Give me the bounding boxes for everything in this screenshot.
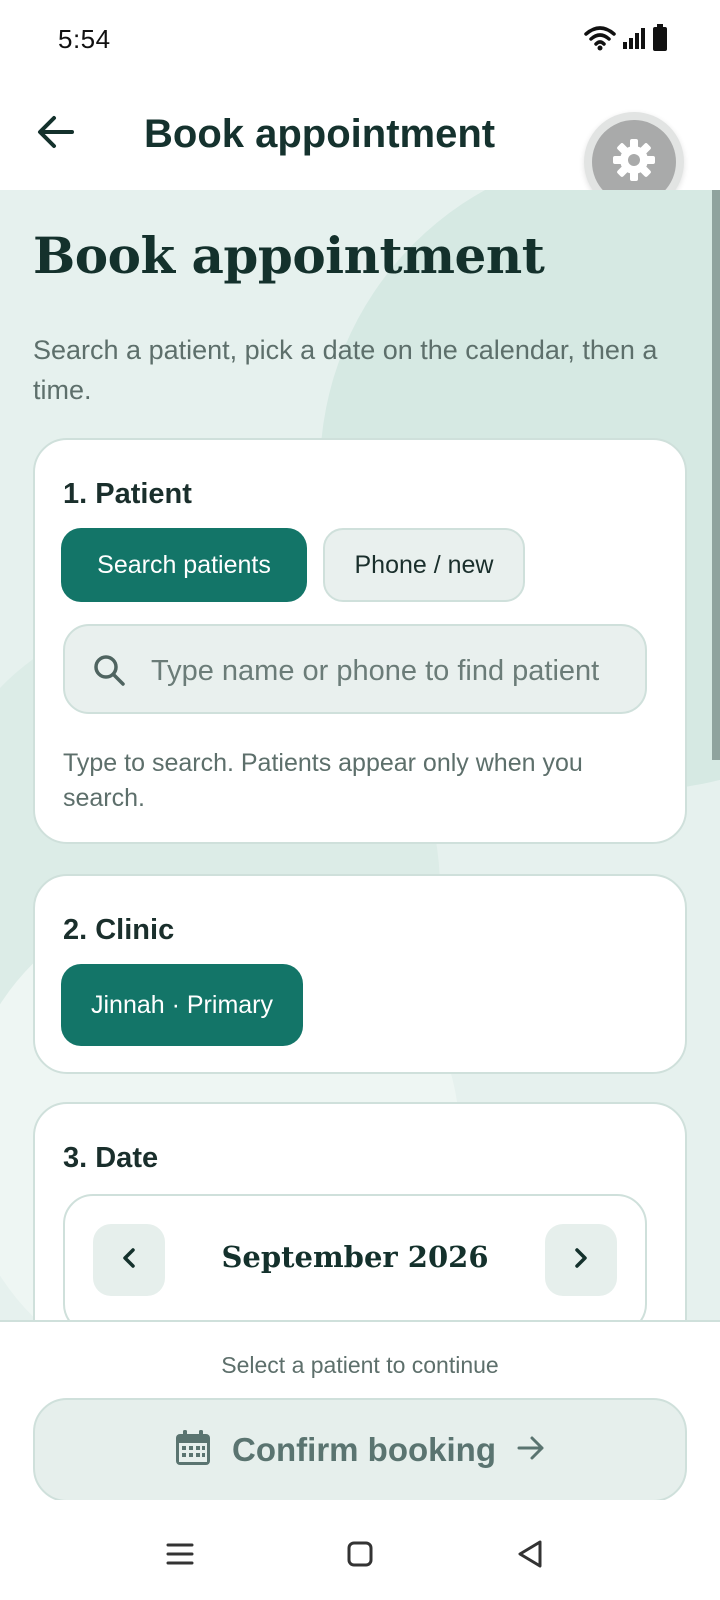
menu-icon (166, 1541, 194, 1572)
patient-card: 1. Patient Search patients Phone / new T… (33, 438, 687, 844)
battery-icon (652, 24, 668, 57)
recent-apps-button[interactable] (160, 1536, 200, 1576)
arrow-right-icon (516, 1435, 546, 1466)
next-month-button[interactable] (545, 1224, 617, 1296)
gear-icon (612, 138, 656, 187)
back-triangle-icon (516, 1539, 544, 1574)
clinic-card-title: 2. Clinic (63, 914, 175, 946)
back-button[interactable] (30, 108, 82, 160)
status-time: 5:54 (58, 24, 111, 54)
patient-search-box[interactable] (63, 624, 647, 714)
back-nav-button[interactable] (510, 1536, 550, 1576)
wifi-icon (584, 25, 616, 56)
home-button[interactable] (340, 1536, 380, 1576)
app-bar-title: Book appointment (144, 112, 496, 156)
signal-icon (622, 26, 646, 55)
page-subtitle: Search a patient, pick a date on the cal… (33, 335, 658, 405)
status-bar: 5:54 (0, 0, 720, 80)
clinic-chip-jinnah-primary[interactable]: Jinnah · Primary (61, 964, 303, 1046)
home-square-icon (347, 1541, 373, 1572)
date-card-title: 3. Date (63, 1142, 159, 1174)
confirm-booking-button[interactable]: Confirm booking (33, 1398, 687, 1502)
booking-footer: Select a patient to continue Confirm boo… (0, 1320, 720, 1502)
search-icon (91, 652, 127, 688)
chevron-right-icon (572, 1247, 590, 1274)
status-icons (584, 24, 668, 57)
patient-search-input[interactable] (151, 646, 631, 696)
tab-phone-new[interactable]: Phone / new (323, 528, 525, 602)
date-card: 3. Date September 2026 (33, 1102, 687, 1320)
scrollbar[interactable] (712, 190, 720, 760)
patient-search-hint: Type to search. Patients appear only whe… (63, 749, 583, 812)
clinic-card: 2. Clinic Jinnah · Primary (33, 874, 687, 1074)
patient-card-title: 1. Patient (63, 478, 192, 510)
system-nav-bar (0, 1500, 720, 1600)
back-arrow-icon (36, 114, 76, 155)
app-bar: Book appointment (0, 80, 720, 212)
page-title: Book appointment (33, 226, 545, 285)
calendar-icon (174, 1429, 212, 1472)
tab-search-patients[interactable]: Search patients (61, 528, 307, 602)
continue-hint: Select a patient to continue (221, 1352, 499, 1378)
confirm-booking-label: Confirm booking (232, 1431, 496, 1468)
calendar: September 2026 (63, 1194, 647, 1320)
main-content[interactable]: Book appointment Search a patient, pick … (0, 190, 720, 1320)
